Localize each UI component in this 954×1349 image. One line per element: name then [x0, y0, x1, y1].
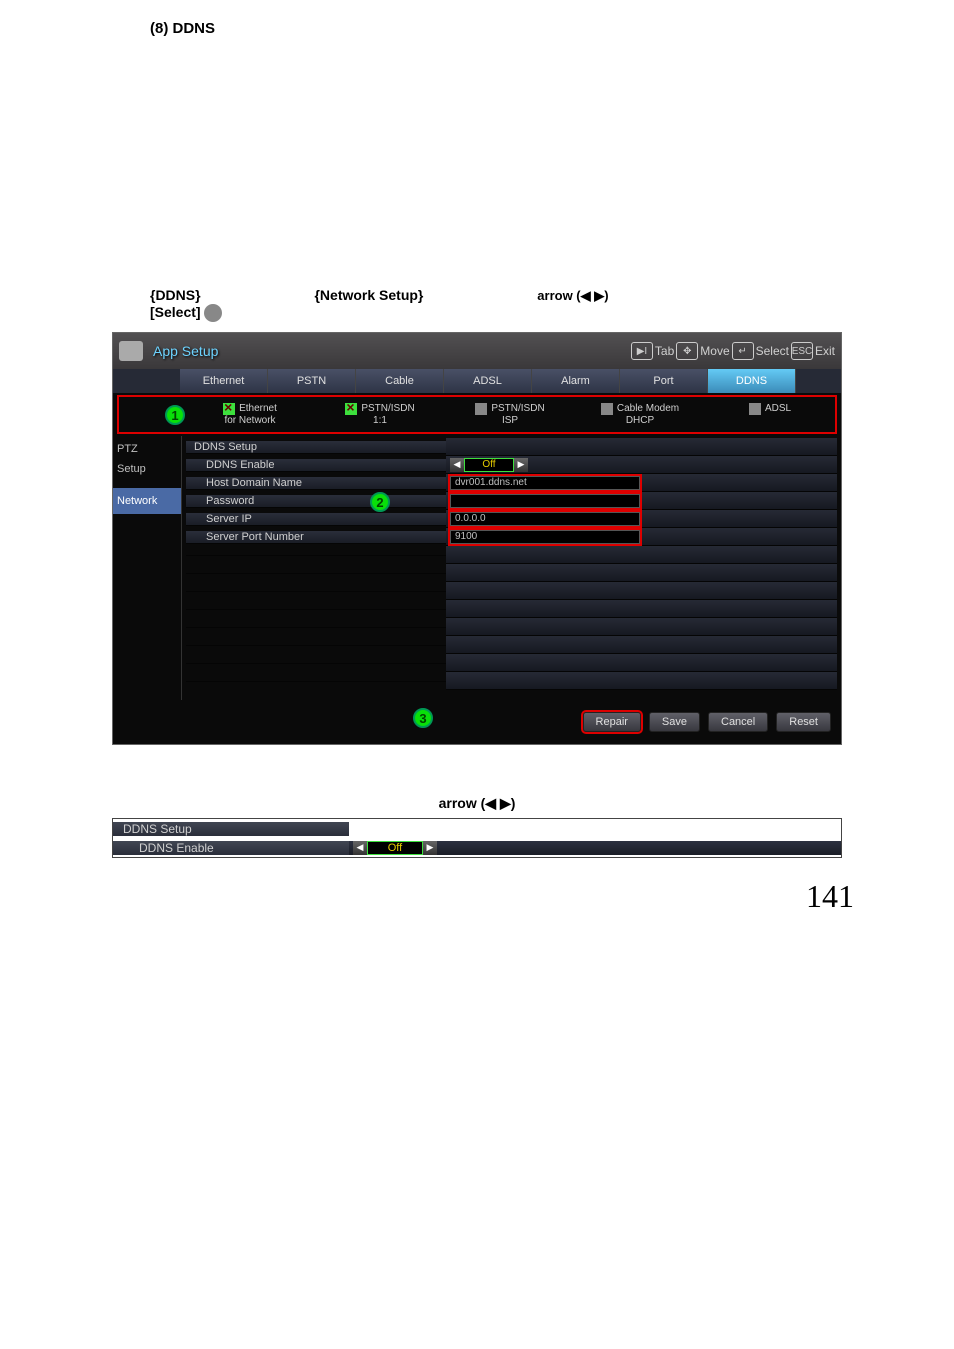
- exit-hint-icon: ESC: [791, 342, 813, 360]
- ddns-setup-title: DDNS Setup: [186, 441, 446, 454]
- content-panel: 2 DDNS Setup DDNS Enable ◀ Off ▶ Host Do…: [181, 436, 841, 700]
- marker-1: 1: [165, 405, 185, 425]
- server-port-label: Server Port Number: [186, 531, 446, 544]
- ddns-enable-label: DDNS Enable: [186, 459, 446, 472]
- sp-off-value[interactable]: Off: [367, 841, 423, 855]
- move-hint-icon: ✥: [676, 342, 698, 360]
- repair-button[interactable]: Repair: [583, 712, 641, 732]
- tabs-row: Ethernet PSTN Cable ADSL Alarm Port DDNS: [113, 369, 841, 393]
- select-hint-icon: ↵: [732, 342, 754, 360]
- reset-button[interactable]: Reset: [776, 712, 831, 732]
- checkbox-icon[interactable]: [601, 403, 613, 415]
- intro-select: [Select]: [150, 304, 201, 320]
- tab-adsl[interactable]: ADSL: [444, 369, 532, 393]
- conn-cable-modem[interactable]: Cable ModemDHCP: [575, 397, 705, 432]
- sp-title: DDNS Setup: [113, 822, 349, 836]
- titlebar: App Setup ▶ITab ✥Move ↵Select ESCExit: [113, 333, 841, 369]
- marker-3: 3: [413, 708, 433, 728]
- checkbox-checked-icon[interactable]: [223, 403, 235, 415]
- tab-cable[interactable]: Cable: [356, 369, 444, 393]
- tab-alarm[interactable]: Alarm: [532, 369, 620, 393]
- sidebar-setup[interactable]: Setup: [113, 456, 181, 482]
- secondary-caption: arrow (◀ ▶): [0, 795, 954, 812]
- conn-pstn-isp[interactable]: PSTN/ISDNISP: [445, 397, 575, 432]
- intro-line: {DDNS} {Network Setup} arrow (◀ ▶) [Sele…: [0, 287, 954, 322]
- connection-row: 1 Ethernetfor Network PSTN/ISDN1:1 PSTN/…: [117, 395, 837, 434]
- intro-netsetup: {Network Setup}: [314, 287, 423, 303]
- nav-hints: ▶ITab ✥Move ↵Select ESCExit: [631, 342, 835, 360]
- server-ip-label: Server IP: [186, 513, 446, 526]
- conn-pstn[interactable]: PSTN/ISDN1:1: [315, 397, 445, 432]
- app-window: App Setup ▶ITab ✥Move ↵Select ESCExit Et…: [112, 332, 842, 745]
- select-hint-label: Select: [756, 344, 789, 358]
- checkbox-checked-icon[interactable]: [345, 403, 357, 415]
- tab-hint-label: Tab: [655, 344, 674, 358]
- tab-ddns[interactable]: DDNS: [708, 369, 796, 393]
- buttons-row: 3 Repair Save Cancel Reset: [113, 700, 841, 744]
- ddns-enable-value[interactable]: Off: [464, 458, 514, 472]
- conn-adsl[interactable]: ADSL: [705, 397, 835, 432]
- save-button[interactable]: Save: [649, 712, 700, 732]
- password-label: Password: [186, 495, 446, 508]
- password-field[interactable]: [450, 494, 640, 508]
- app-icon: [119, 341, 143, 361]
- arrow-right-icon[interactable]: ▶: [423, 841, 437, 855]
- move-hint-label: Move: [700, 344, 729, 358]
- conn-ethernet[interactable]: Ethernetfor Network: [185, 397, 315, 432]
- host-domain-label: Host Domain Name: [186, 477, 446, 490]
- app-title: App Setup: [153, 343, 218, 359]
- tab-hint-icon: ▶I: [631, 342, 653, 360]
- intro-arrow: arrow (◀ ▶): [537, 288, 608, 304]
- arrow-left-icon[interactable]: ◀: [450, 458, 464, 472]
- host-domain-field[interactable]: dvr001.ddns.net: [450, 476, 640, 490]
- tab-pstn[interactable]: PSTN: [268, 369, 356, 393]
- exit-hint-label: Exit: [815, 344, 835, 358]
- checkbox-icon[interactable]: [475, 403, 487, 415]
- server-port-field[interactable]: 9100: [450, 530, 640, 544]
- arrow-left-icon[interactable]: ◀: [353, 841, 367, 855]
- main-body: PTZ Setup Network 2 DDNS Setup DDNS Enab…: [113, 436, 841, 700]
- checkbox-icon[interactable]: [749, 403, 761, 415]
- conn-pad: 1: [119, 397, 185, 432]
- arrow-right-icon[interactable]: ▶: [514, 458, 528, 472]
- secondary-panel: DDNS Setup DDNS Enable ◀ Off ▶: [112, 818, 842, 858]
- sidebar-network[interactable]: Network: [113, 488, 181, 514]
- tab-ethernet[interactable]: Ethernet: [180, 369, 268, 393]
- section-heading: (8) DDNS: [0, 0, 954, 37]
- tab-port[interactable]: Port: [620, 369, 708, 393]
- page-number: 141: [0, 858, 954, 945]
- select-icon: [204, 304, 222, 322]
- intro-ddns: {DDNS}: [150, 287, 201, 303]
- cancel-button[interactable]: Cancel: [708, 712, 768, 732]
- sp-enable-label: DDNS Enable: [113, 841, 349, 855]
- sidebar: PTZ Setup Network: [113, 436, 181, 700]
- server-ip-field[interactable]: 0.0.0.0: [450, 512, 640, 526]
